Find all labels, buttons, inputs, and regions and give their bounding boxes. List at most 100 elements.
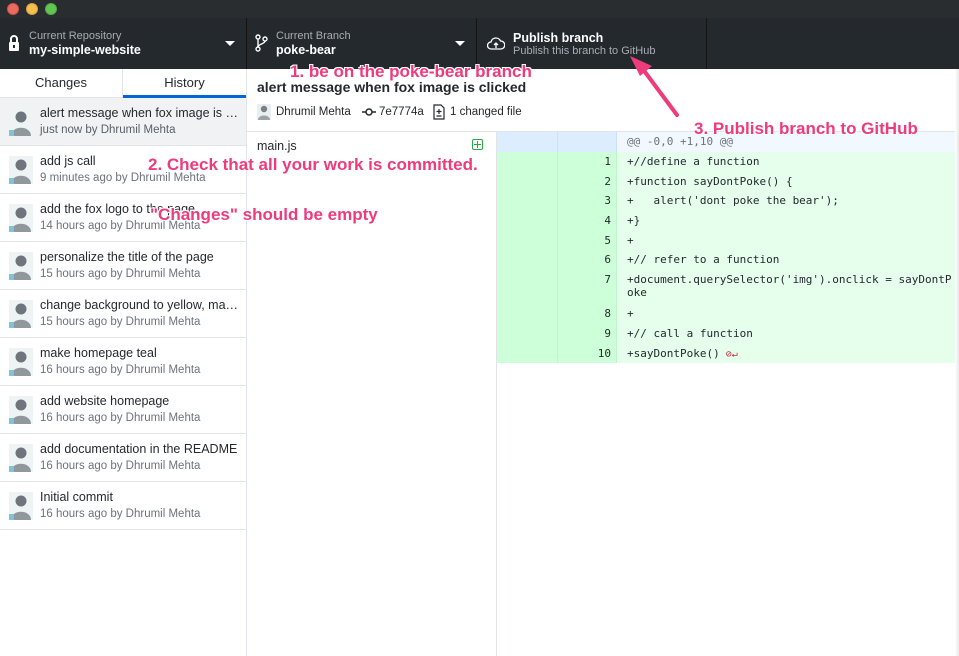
current-repository-label: Current Repository [29, 30, 122, 42]
diff-line-number: 6 [558, 250, 617, 271]
diff-line-text: +sayDontPoke() ⊘↵ [627, 347, 957, 360]
diff-code: + alert('dont poke the bear'); [627, 194, 839, 208]
current-repository-value: my-simple-website [29, 43, 141, 57]
commit-meta: 16 hours ago by Dhrumil Mehta [40, 508, 201, 520]
diff-gutter-old [497, 304, 558, 324]
diff-gutter-old [497, 152, 558, 172]
diff-lines: 1 +//define a function 2 +function sayDontP… [497, 152, 959, 364]
diff-gutter-old [497, 211, 558, 231]
annotation-step-2: 2. Check that all your work is committed… [148, 155, 478, 174]
diff-gutter-old [497, 191, 558, 212]
commit-meta: 16 hours ago by Dhrumil Mehta [40, 460, 201, 472]
diff-line[interactable]: 7 +document.querySelector('img').onclick … [497, 270, 959, 305]
current-repository-dropdown[interactable]: Current Repository my-simple-website [0, 18, 247, 69]
tab-changes[interactable]: Changes [0, 69, 123, 97]
diff-code: +//define a function [627, 155, 760, 168]
author-avatar [9, 156, 33, 184]
chevron-down-icon [225, 41, 235, 46]
annotation-step-1: 1. be on the poke-bear branch [290, 62, 532, 81]
author-avatar [9, 252, 33, 280]
commit-sha[interactable]: 7e7774a [379, 106, 424, 118]
commit-list-item[interactable]: alert message when fox image is clicked j… [0, 98, 246, 146]
author-avatar [9, 108, 33, 136]
diff-line[interactable]: 3 + alert('dont poke the bear'); [497, 191, 959, 212]
author-avatar [9, 300, 33, 328]
author-avatar [9, 396, 33, 424]
window-minimize-button[interactable] [26, 3, 38, 15]
diff-line-number: 4 [558, 211, 617, 231]
annotation-arrow-icon [630, 56, 679, 117]
commit-list-item[interactable]: personalize the title of the page 15 hour… [0, 242, 246, 290]
lock-icon [9, 35, 19, 51]
current-branch-label: Current Branch [276, 30, 351, 42]
diff-line-number: 10 [558, 343, 617, 364]
file-name: main.js [257, 139, 297, 153]
sidebar-tabs: Changes History [0, 69, 246, 98]
no-newline-icon: ⊘↵ [719, 348, 738, 360]
tab-history[interactable]: History [123, 69, 246, 97]
diff-line[interactable]: 9 +// call a function [497, 323, 959, 344]
diff-code: +// refer to a function [627, 253, 780, 267]
commit-author: Dhrumil Mehta [276, 106, 351, 118]
diff-line-text: +// call a function [627, 327, 957, 340]
window-edge [955, 69, 959, 656]
commit-list-item[interactable]: add website homepage 16 hours ago by Dhru… [0, 386, 246, 434]
diff-gutter-old [497, 250, 558, 271]
diff-gutter-new [558, 132, 617, 152]
diff-gutter-old [497, 171, 558, 192]
commit-list-item[interactable]: Initial commit 16 hours ago by Dhrumil Me… [0, 482, 246, 530]
diff-code: +function sayDontPoke() { [627, 174, 793, 188]
annotation-step-2-detail: "Changes" should be empty [150, 205, 378, 224]
diff-gutter-old [497, 343, 558, 364]
commit-meta: 15 hours ago by Dhrumil Mehta [40, 268, 201, 280]
diff-line[interactable]: 2 +function sayDontPoke() { [497, 171, 959, 192]
commit-list-item[interactable]: add documentation in the README 16 hours … [0, 434, 246, 482]
diff-line-number: 1 [558, 152, 617, 172]
author-avatar [9, 204, 33, 232]
diff-line[interactable]: 6 +// refer to a function [497, 250, 959, 271]
window-titlebar [0, 0, 959, 18]
diff-line[interactable]: 10 +sayDontPoke() ⊘↵ [497, 343, 959, 364]
diff-line-number: 8 [558, 304, 617, 324]
commit-list-item[interactable]: make homepage teal 16 hours ago by Dhrumi… [0, 338, 246, 386]
commit-meta: 15 hours ago by Dhrumil Mehta [40, 316, 201, 328]
commit-summary: add website homepage [40, 394, 170, 408]
author-avatar [9, 348, 33, 376]
diff-line[interactable]: 4 +} [497, 211, 959, 231]
diff-line[interactable]: 1 +//define a function [497, 152, 959, 172]
diff-line-text: +//define a function [627, 155, 957, 168]
window-close-button[interactable] [7, 3, 19, 15]
diff-line[interactable]: 8 + [497, 304, 959, 324]
diff-line-text: +function sayDontPoke() { [627, 175, 957, 188]
diff-line-number: 7 [558, 270, 617, 305]
diff-line-text: + alert('dont poke the bear'); [627, 194, 957, 207]
changed-files-count: 1 changed file [450, 106, 522, 118]
commit-summary: change background to yellow, make the he… [40, 298, 240, 312]
diff-code: +document.querySelector('img').onclick =… [627, 273, 952, 300]
publish-branch-title: Publish branch [513, 31, 604, 45]
commit-summary: add documentation in the README [40, 442, 238, 456]
diff-line-number: 2 [558, 171, 617, 192]
diff-gutter-old [497, 270, 558, 305]
commit-list-item[interactable]: change background to yellow, make the he… [0, 290, 246, 338]
diff-code: + [627, 307, 634, 321]
file-added-icon [472, 139, 483, 150]
author-avatar [9, 492, 33, 520]
window-maximize-button[interactable] [45, 3, 57, 15]
diff-line-text: +// refer to a function [627, 253, 957, 266]
file-diff-icon [433, 104, 445, 120]
diff-line-number: 9 [558, 323, 617, 344]
cloud-upload-icon [487, 37, 505, 50]
git-commit-icon [362, 108, 376, 116]
commit-summary: alert message when fox image is clicked [40, 106, 240, 120]
diff-code: +} [627, 214, 641, 228]
diff-gutter-old [497, 230, 558, 251]
commit-summary: Initial commit [40, 490, 113, 504]
diff-line-text: +document.querySelector('img').onclick =… [627, 273, 957, 299]
diff-code: +sayDontPoke() [627, 346, 720, 360]
commit-summary: personalize the title of the page [40, 250, 214, 264]
diff-code: +// call a function [627, 326, 753, 340]
commit-meta: just now by Dhrumil Mehta [40, 124, 176, 136]
diff-line[interactable]: 5 + [497, 230, 959, 251]
